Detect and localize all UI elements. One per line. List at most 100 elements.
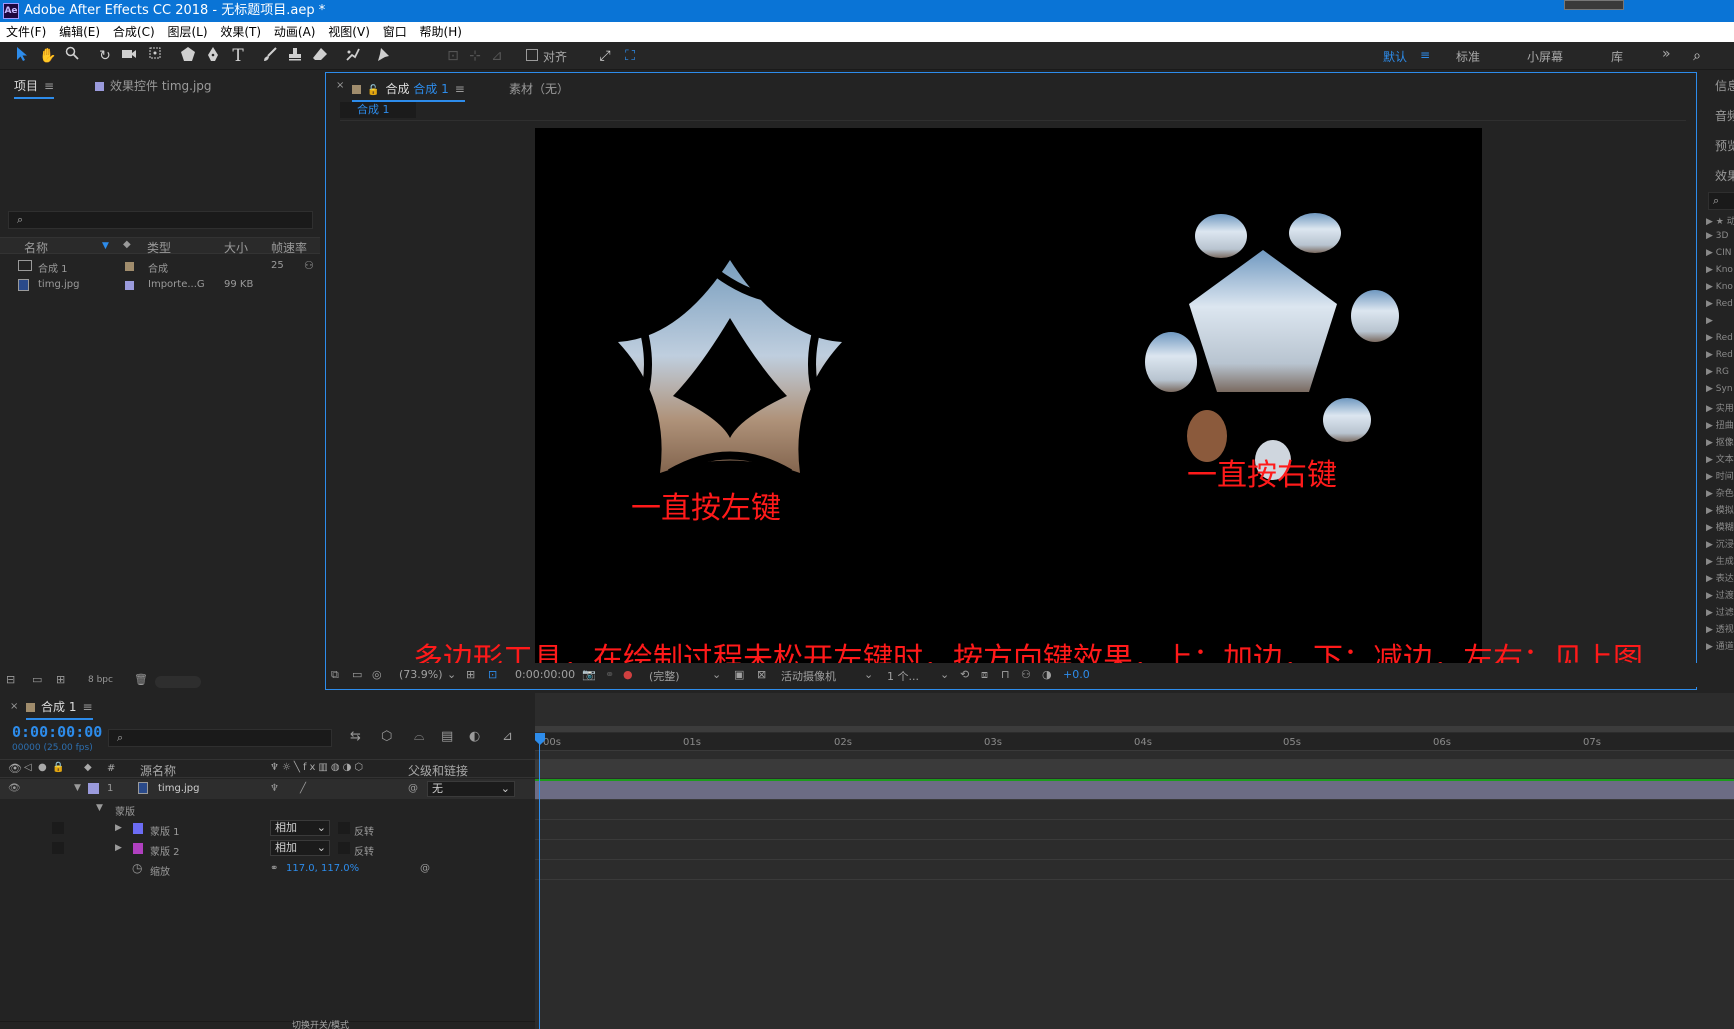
clone-stamp-tool-icon[interactable] [285, 46, 305, 66]
solo-icon[interactable]: ● [38, 762, 47, 773]
preview-toggle-icon[interactable]: ⧉ [331, 668, 339, 682]
tab-footage[interactable]: 素材（无） [509, 80, 569, 97]
column-source-name[interactable]: 源名称 [140, 762, 176, 779]
roto-brush-tool-icon[interactable] [343, 46, 363, 66]
info-panel-tab[interactable]: 信息 [1715, 77, 1734, 94]
interpret-footage-icon[interactable]: ⊟ [6, 673, 15, 686]
comp-flow-tab[interactable]: 合成 1 [340, 102, 416, 118]
audio-panel-tab[interactable]: 音频 [1715, 107, 1734, 124]
mask-name[interactable]: 蒙版 1 [150, 823, 180, 838]
workspace-small-screen[interactable]: 小屏幕 [1527, 48, 1563, 65]
draft-3d-icon[interactable]: ⬡ [381, 729, 392, 744]
expression-pickwhip-icon[interactable]: @ [420, 863, 430, 874]
stopwatch-icon[interactable]: ◷ [132, 861, 142, 875]
effects-category-item[interactable]: ▶ 过滤 [1706, 605, 1734, 618]
thumbnail-slider[interactable] [155, 676, 201, 688]
menu-edit[interactable]: 编辑(E) [59, 22, 100, 42]
mask-row[interactable]: ▶ 蒙版 2 相加 ⌄ 反转 [0, 839, 535, 859]
lock-icon[interactable]: 🔓 [367, 85, 379, 96]
column-parent[interactable]: 父级和链接 [408, 762, 468, 779]
quality-switch-icon[interactable]: ╱ [300, 783, 306, 794]
close-tab-icon[interactable]: × [10, 701, 18, 712]
effects-category-item[interactable]: ▶ 表达 [1706, 571, 1734, 584]
snap-icon[interactable]: ⤢ [595, 46, 615, 66]
pan-behind-tool-icon[interactable] [145, 46, 165, 66]
camera-chevron-icon[interactable]: ⌄ [864, 668, 873, 681]
toggle-3d-view-icon[interactable]: ⧈ [981, 668, 988, 682]
camera-view-select[interactable]: 活动摄像机 [781, 668, 836, 684]
brush-tool-icon[interactable] [260, 46, 280, 66]
zoom-tool-icon[interactable] [62, 46, 82, 66]
layer-duration-bar[interactable] [535, 779, 1734, 799]
effects-category-item[interactable]: ▶ 沉浸 [1706, 537, 1734, 550]
pen-tool-icon[interactable] [203, 46, 223, 66]
mask-color-chip[interactable] [133, 823, 143, 834]
mask-name[interactable]: 蒙版 2 [150, 843, 180, 858]
effects-category-item[interactable]: ▶ 通道 [1706, 639, 1734, 652]
snapshot-icon[interactable]: 📷 [582, 668, 596, 681]
new-comp-icon[interactable]: ⊞ [56, 673, 65, 686]
exposure-value[interactable]: +0.0 [1063, 668, 1090, 681]
project-item-footage[interactable]: timg.jpg Importe...G 99 KB [0, 276, 320, 294]
playhead-line[interactable] [539, 733, 540, 1029]
effects-category-item[interactable]: ▶ [1706, 316, 1713, 326]
mask-row[interactable]: ▶ 蒙版 1 相加 ⌄ 反转 [0, 819, 535, 839]
effects-category-item[interactable]: ▶ 文本 [1706, 452, 1734, 465]
current-time[interactable]: 0:00:00:00 [515, 668, 575, 681]
region-of-interest-icon[interactable]: ⊡ [488, 668, 497, 681]
effects-category-item[interactable]: ▶ Kno [1706, 265, 1733, 275]
magnification-chevron-icon[interactable]: ⌄ [447, 668, 456, 681]
frame-blending-icon[interactable]: ▤ [441, 729, 453, 744]
work-area-bar[interactable] [535, 726, 1734, 732]
timeline-icon[interactable]: ⊓ [1001, 668, 1010, 681]
switches-icons[interactable]: ♆☼╲fx▥◍◑⬡ [270, 762, 366, 773]
effects-category-item[interactable]: ▶ 杂色 [1706, 486, 1734, 499]
mask-invert-checkbox[interactable] [338, 842, 350, 854]
effects-category-item[interactable]: ▶ 实用 [1706, 401, 1734, 414]
composition-mini-flowchart-icon[interactable]: ⇆ [350, 729, 361, 744]
mask-color-chip[interactable] [133, 843, 143, 854]
motion-blur-icon[interactable]: ◐ [469, 729, 480, 744]
column-name[interactable]: 名称 [24, 239, 48, 256]
effects-category-item[interactable]: ▶ Red [1706, 299, 1733, 309]
effects-category-item[interactable]: ▶ Red [1706, 333, 1733, 343]
layer-visibility-icon[interactable]: 👁 [8, 783, 21, 794]
effects-category-item[interactable]: ▶ Syn [1706, 384, 1733, 394]
shy-switch-icon[interactable]: ♆ [270, 783, 279, 794]
menu-effect[interactable]: 效果(T) [220, 22, 261, 42]
parent-select[interactable]: 无 ⌄ [427, 781, 515, 797]
workspace-libraries[interactable]: 库 [1611, 48, 1623, 65]
hand-tool-icon[interactable]: ✋ [38, 46, 58, 66]
view-layout-select[interactable]: 1 个... [887, 668, 919, 684]
panel-menu-icon[interactable]: ≡ [44, 79, 54, 93]
type-tool-icon[interactable]: T [228, 46, 248, 66]
graph-editor-icon[interactable]: ⊿ [502, 729, 513, 744]
new-folder-icon[interactable]: ▭ [32, 673, 42, 686]
mask-expand-icon[interactable]: ▶ [115, 843, 122, 853]
workspace-overflow-icon[interactable]: » [1662, 46, 1671, 62]
align-checkbox[interactable] [526, 49, 538, 61]
effects-category-item[interactable]: ▶ Kno [1706, 282, 1733, 292]
workspace-menu-icon[interactable]: ≡ [1420, 48, 1430, 62]
resolution-select[interactable]: (完整) [649, 668, 680, 684]
masks-expand-icon[interactable]: ▼ [96, 803, 103, 813]
mask-mode-select[interactable]: 相加 ⌄ [270, 840, 330, 856]
scale-value[interactable]: 117.0, 117.0% [286, 863, 359, 874]
layer-row[interactable]: 👁 ▼ 1 timg.jpg ♆ ╱ @ 无 ⌄ [0, 779, 535, 799]
effects-search-input[interactable]: ⌕ [1708, 192, 1734, 210]
timeline-search-input[interactable]: ⌕ [108, 729, 332, 747]
camera-tool-icon[interactable] [119, 46, 139, 66]
effects-category-item[interactable]: ▶ 时间 [1706, 469, 1734, 482]
shy-layers-icon[interactable]: ⌓ [414, 729, 424, 744]
effects-category-item[interactable]: ▶ ★ 动 [1706, 214, 1734, 227]
sort-arrow-icon[interactable]: ▼ [102, 241, 109, 251]
menu-file[interactable]: 文件(F) [6, 22, 46, 42]
mask-visibility-box[interactable] [52, 842, 64, 854]
local-axis-icon[interactable]: ⊡ [443, 46, 463, 66]
effects-category-item[interactable]: ▶ RG [1706, 367, 1729, 377]
layer-expand-icon[interactable]: ▼ [74, 783, 81, 793]
mask-visibility-icon[interactable]: ◎ [372, 668, 382, 681]
trash-icon[interactable]: 🗑 [134, 673, 148, 686]
flowchart-view-icon[interactable]: ⚇ [1021, 668, 1031, 681]
window-controls[interactable] [1564, 0, 1624, 10]
